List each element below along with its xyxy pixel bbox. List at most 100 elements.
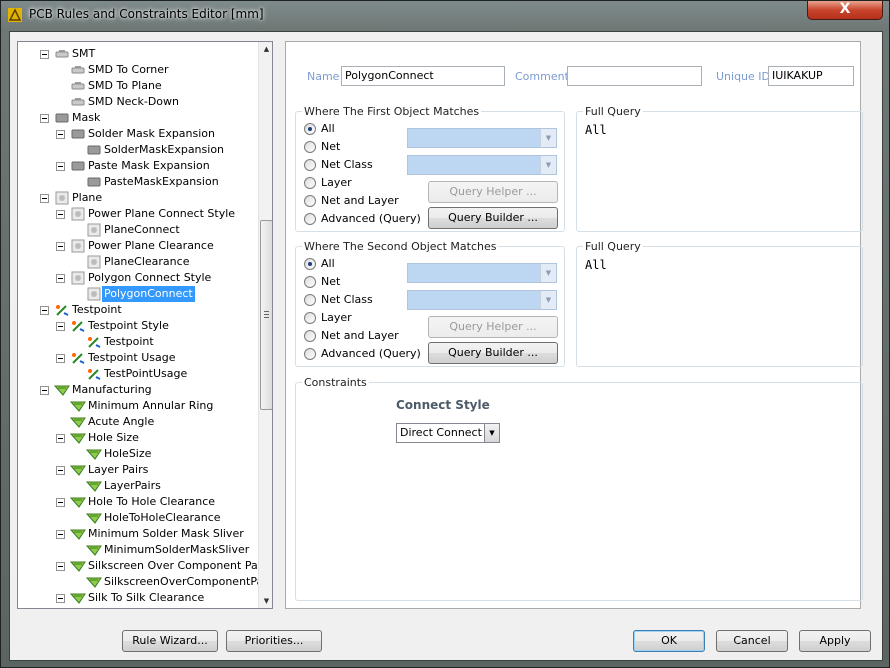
name-field[interactable]: PolygonConnect bbox=[341, 66, 505, 86]
altium-app-icon bbox=[8, 8, 22, 22]
collapse-toggle-icon[interactable] bbox=[56, 562, 65, 571]
first-full-query-group: Full Query All bbox=[576, 105, 863, 232]
collapse-toggle-icon[interactable] bbox=[56, 162, 65, 171]
manufacturing-icon bbox=[85, 543, 102, 557]
priorities-label: Priorities... bbox=[244, 634, 304, 647]
second-radio-net[interactable]: Net bbox=[304, 275, 404, 289]
radio-circle-icon bbox=[304, 159, 316, 171]
mask-icon bbox=[86, 143, 102, 157]
dialog-window: PCB Rules and Constraints Editor [mm] X … bbox=[0, 0, 890, 668]
testpoint-icon bbox=[70, 319, 86, 333]
collapse-toggle-icon[interactable] bbox=[56, 130, 65, 139]
title-bar[interactable]: PCB Rules and Constraints Editor [mm] X bbox=[1, 1, 889, 29]
cancel-button[interactable]: Cancel bbox=[716, 630, 788, 652]
scroll-thumb[interactable] bbox=[260, 220, 272, 410]
chevron-down-icon: ▼ bbox=[540, 291, 556, 309]
radio-label: All bbox=[321, 257, 335, 270]
first-radio-all[interactable]: All bbox=[304, 122, 404, 136]
second-query-helper-button[interactable]: Query Helper ... bbox=[428, 316, 558, 338]
mask-icon bbox=[54, 111, 70, 125]
manufacturing-icon bbox=[85, 511, 102, 525]
priorities-button[interactable]: Priorities... bbox=[226, 630, 322, 652]
second-radio-layer[interactable]: Layer bbox=[304, 311, 404, 325]
collapse-toggle-icon[interactable] bbox=[40, 386, 49, 395]
radio-label: Advanced (Query) bbox=[321, 212, 421, 225]
comment-field[interactable] bbox=[567, 66, 702, 86]
second-net-combo[interactable]: ▼ bbox=[407, 263, 557, 283]
first-radio-net-and-layer[interactable]: Net and Layer bbox=[304, 194, 404, 208]
radio-circle-icon bbox=[304, 276, 316, 288]
unique-id-field[interactable]: IUIKAKUP bbox=[768, 66, 854, 86]
tree-item-label: Hole Size bbox=[88, 431, 139, 444]
first-radio-advanced-query[interactable]: Advanced (Query) bbox=[304, 212, 421, 226]
tree-item-label: PasteMaskExpansion bbox=[104, 175, 219, 188]
scroll-down-icon[interactable]: ▼ bbox=[262, 597, 271, 606]
collapse-toggle-icon[interactable] bbox=[56, 594, 65, 603]
collapse-toggle-icon[interactable] bbox=[40, 50, 49, 59]
manufacturing-icon bbox=[69, 463, 86, 477]
collapse-toggle-icon[interactable] bbox=[40, 194, 49, 203]
second-radio-net-class[interactable]: Net Class bbox=[304, 293, 404, 307]
radio-circle-icon bbox=[304, 294, 316, 306]
plane-icon bbox=[70, 271, 86, 285]
apply-button[interactable]: Apply bbox=[799, 630, 871, 652]
collapse-toggle-icon[interactable] bbox=[56, 466, 65, 475]
second-radio-net-and-layer[interactable]: Net and Layer bbox=[304, 329, 404, 343]
first-query-helper-button[interactable]: Query Helper ... bbox=[428, 181, 558, 203]
collapse-toggle-icon[interactable] bbox=[56, 530, 65, 539]
manufacturing-icon bbox=[86, 607, 102, 608]
collapse-toggle-icon[interactable] bbox=[40, 114, 49, 123]
tree-item-label: PlaneConnect bbox=[104, 223, 180, 236]
radio-circle-icon bbox=[304, 258, 316, 270]
connect-style-value: Direct Connect bbox=[400, 426, 482, 439]
first-netclass-combo[interactable]: ▼ bbox=[407, 155, 557, 175]
collapse-toggle-icon[interactable] bbox=[56, 434, 65, 443]
collapse-toggle-icon[interactable] bbox=[40, 306, 49, 315]
radio-circle-icon bbox=[304, 213, 316, 225]
rule-tree-items: SMT SMD To Corner SMD To Plane SMD Neck-Dow… bbox=[18, 42, 258, 608]
ok-button[interactable]: OK bbox=[633, 630, 705, 652]
tree-item-label: Layer Pairs bbox=[88, 463, 149, 476]
collapse-toggle-icon[interactable] bbox=[56, 322, 65, 331]
second-full-query-text[interactable]: All bbox=[585, 258, 607, 272]
collapse-toggle-icon[interactable] bbox=[56, 354, 65, 363]
radio-circle-icon bbox=[304, 141, 316, 153]
tree-item-label: Hole To Hole Clearance bbox=[88, 495, 216, 508]
manufacturing-icon bbox=[85, 479, 102, 493]
first-query-builder-button[interactable]: Query Builder ... bbox=[428, 207, 558, 229]
radio-circle-icon bbox=[304, 177, 316, 189]
first-object-group: Where The First Object Matches All Net Net… bbox=[295, 105, 565, 232]
plane-icon bbox=[70, 207, 86, 221]
first-radio-net[interactable]: Net bbox=[304, 140, 404, 154]
manufacturing-icon bbox=[69, 559, 86, 573]
first-radio-net-class[interactable]: Net Class bbox=[304, 158, 404, 172]
second-query-builder-button[interactable]: Query Builder ... bbox=[428, 342, 558, 364]
first-radio-layer[interactable]: Layer bbox=[304, 176, 404, 190]
chevron-down-icon: ▼ bbox=[540, 129, 556, 147]
collapse-toggle-icon[interactable] bbox=[56, 242, 65, 251]
plane-icon bbox=[70, 239, 86, 253]
rule-detail-panel: Name PolygonConnect Comment Unique ID IU… bbox=[285, 41, 863, 609]
smt-icon bbox=[70, 63, 86, 77]
scroll-up-icon[interactable]: ▲ bbox=[262, 45, 271, 54]
rule-wizard-button[interactable]: Rule Wizard... bbox=[122, 630, 218, 652]
collapse-toggle-icon[interactable] bbox=[56, 210, 65, 219]
manufacturing-icon bbox=[85, 447, 102, 461]
tree-item-label: SMD To Plane bbox=[88, 79, 162, 92]
close-button[interactable]: X bbox=[807, 1, 883, 20]
collapse-toggle-icon[interactable] bbox=[56, 498, 65, 507]
collapse-toggle-icon[interactable] bbox=[56, 274, 65, 283]
second-netclass-combo[interactable]: ▼ bbox=[407, 290, 557, 310]
first-full-query-text[interactable]: All bbox=[585, 123, 607, 137]
connect-style-select[interactable]: Direct Connect ▼ bbox=[396, 423, 500, 443]
tree-item-label: TestPointUsage bbox=[104, 367, 188, 380]
rule-tree[interactable]: SMT SMD To Corner SMD To Plane SMD Neck-Dow… bbox=[17, 41, 273, 609]
first-net-combo[interactable]: ▼ bbox=[407, 128, 557, 148]
second-radio-advanced-query[interactable]: Advanced (Query) bbox=[304, 347, 421, 361]
tree-item-label: Testpoint Usage bbox=[88, 351, 176, 364]
tree-scrollbar[interactable]: ▲ ▼ bbox=[258, 42, 272, 608]
tree-item-label: Manufacturing bbox=[72, 383, 152, 396]
window-title: PCB Rules and Constraints Editor [mm] bbox=[29, 7, 264, 21]
chevron-down-icon: ▼ bbox=[484, 424, 499, 442]
second-radio-all[interactable]: All bbox=[304, 257, 404, 271]
